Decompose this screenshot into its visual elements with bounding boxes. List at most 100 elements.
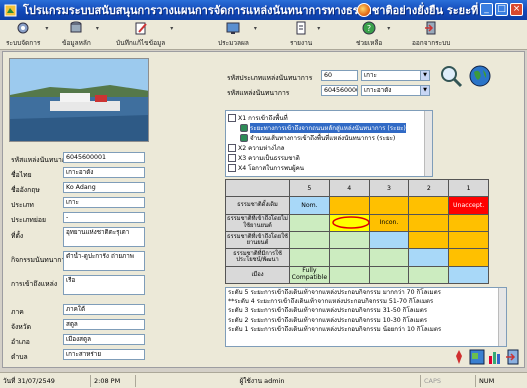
zone-code-field[interactable]: 60: [321, 70, 358, 81]
level-notes: ระดับ 5 ระยะการเข้าถึงเดินเท้าจากแหล่งปร…: [225, 287, 507, 347]
toolbar-label: ช่วยเหลือ: [356, 39, 383, 47]
location-field[interactable]: อุทยานแห่งชาติตะรุเตา: [63, 227, 145, 247]
status-num: NUM: [475, 375, 494, 387]
matrix-cell: [448, 248, 489, 267]
matrix-cell: Incon.: [368, 213, 410, 232]
type-field[interactable]: เกาะ: [63, 197, 145, 208]
tree-item[interactable]: จำนวนเส้นทางการเข้าถึงพื้นที่แหล่งนันทนา…: [240, 133, 395, 143]
matrix-cell: [368, 248, 410, 267]
status-date: วันที่ 31/07/2549: [3, 377, 55, 385]
scrollbar[interactable]: [424, 111, 432, 176]
tree-item[interactable]: X4 โอกาสในการพบผู้คน: [228, 163, 304, 173]
matrix-row-header: ธรรมชาติที่เข้าถึงโดยใช้ยานยนต์: [225, 230, 290, 250]
matrix-cell: [289, 248, 330, 267]
toolbar-button-master-data[interactable]: ข้อมูลหลัก ▾: [62, 21, 99, 48]
matrix-cell: [328, 248, 370, 267]
map-icon[interactable]: [469, 349, 485, 365]
thai-name-field[interactable]: เกาะอาดัง: [63, 167, 145, 178]
window-title: โปรแกรมระบบสนับสนุนการวางแผนการจัดการแหล…: [23, 4, 490, 17]
site-select-value: เกาะอาดัง: [364, 87, 392, 94]
folder-icon: [228, 164, 236, 172]
activity-field[interactable]: ดำน้ำ-ดูปะการัง ถ่ายภาพ: [63, 251, 145, 271]
svg-text:?: ?: [367, 24, 371, 33]
help-icon: ?: [362, 21, 376, 35]
exit-icon: [425, 21, 436, 35]
toolbar-label: ประมวลผล: [218, 39, 249, 47]
matrix-cell: Unaccept.: [448, 196, 489, 215]
zone-select[interactable]: เกาะ ▼: [361, 70, 430, 81]
site-label: รหัสแหล่งนันทนาการ: [227, 89, 290, 97]
tree-item[interactable]: X1 การเข้าถึงพื้นที่: [228, 113, 288, 123]
matrix-column-header: 1: [448, 178, 489, 198]
district-field[interactable]: เมืองสตูล: [63, 334, 145, 345]
matrix-column-header: 5: [289, 178, 330, 198]
matrix-column-header: 2: [408, 178, 450, 198]
toolbar-button-process[interactable]: ประมวลผล ▾: [218, 21, 257, 48]
dropdown-arrow-icon: ▾: [170, 25, 174, 32]
tree-item[interactable]: X3 ความเป็นธรรมชาติ: [228, 153, 300, 163]
leaf-icon: [240, 124, 248, 132]
form-label: จังหวัด: [11, 323, 32, 331]
form-label: ชื่อไทย: [11, 171, 32, 179]
matrix-corner: [225, 178, 290, 198]
form-label: ประเภทย่อย: [11, 216, 46, 224]
toolbar-button-system[interactable]: ระบบจัดการ ▾: [6, 21, 48, 48]
app-icon: [4, 4, 17, 16]
dropdown-arrow-icon: ▾: [387, 25, 391, 32]
matrix-cell: [408, 196, 450, 215]
maximize-button[interactable]: □: [495, 3, 508, 16]
site-select[interactable]: เกาะอาดัง ▼: [361, 85, 430, 96]
site-code-display[interactable]: 6045600001: [321, 85, 358, 96]
toolbar-label: ระบบจัดการ: [6, 39, 41, 47]
access-field[interactable]: เรือ: [63, 275, 145, 295]
toolbar-label: ข้อมูลหลัก: [62, 39, 91, 47]
bar-chart-icon[interactable]: [487, 349, 503, 365]
toolbar: ระบบจัดการ ▾ ข้อมูลหลัก ▾ บันทึกแก้ไขข้อ…: [0, 20, 527, 50]
scrollbar[interactable]: [498, 288, 506, 346]
zone-select-value: เกาะ: [364, 72, 377, 79]
toolbar-button-edit[interactable]: บันทึกแก้ไขข้อมูล ▾: [116, 21, 173, 48]
minimize-button[interactable]: _: [480, 3, 493, 16]
status-user: ผู้ใช้งาน admin: [135, 375, 385, 387]
region-field[interactable]: ภาคใต้: [63, 304, 145, 315]
form-label: อำเภอ: [11, 338, 30, 346]
toolbar-button-help[interactable]: ? ช่วยเหลือ ▾: [356, 21, 390, 48]
note-line: ระดับ 5 ระยะการเข้าถึงเดินเท้าจากแหล่งปร…: [228, 289, 441, 296]
matrix-cell: [448, 230, 489, 250]
site-photo: [9, 58, 149, 142]
chevron-down-icon[interactable]: ▼: [420, 86, 429, 95]
matrix-row-header: ธรรมชาติที่เข้าถึงโดยไม่ใช้ยานยนต์: [225, 213, 290, 232]
pin-icon[interactable]: [451, 349, 467, 365]
search-icon[interactable]: [439, 64, 463, 88]
matrix-cell: [328, 230, 370, 250]
toolbar-label: บันทึกแก้ไขข้อมูล: [116, 39, 166, 47]
subdistrict-field[interactable]: เกาะสาหร่าย: [63, 349, 145, 360]
note-line: ระดับ 2 ระยะการเข้าถึงเดินเท้าจากแหล่งปร…: [228, 316, 428, 324]
toolbar-label: ออกจากระบบ: [412, 39, 451, 47]
dropdown-arrow-icon: ▾: [45, 25, 49, 32]
subtype-field[interactable]: -: [63, 212, 145, 223]
criteria-tree[interactable]: X1 การเข้าถึงพื้นที่ ระยะทางการเข้าถึงจา…: [225, 110, 433, 177]
matrix-cell: [368, 196, 410, 215]
logo-icon: [357, 3, 371, 17]
globe-icon[interactable]: [468, 64, 492, 88]
site-code-field[interactable]: 6045600001: [63, 152, 145, 163]
dropdown-arrow-icon: ▾: [317, 25, 321, 32]
database-icon: [70, 21, 82, 33]
form-label: ชื่ออังกฤษ: [11, 186, 40, 194]
province-field[interactable]: สตูล: [63, 319, 145, 330]
close-button[interactable]: ×: [510, 3, 523, 16]
toolbar-button-exit[interactable]: ออกจากระบบ: [412, 21, 450, 48]
main-panel: รหัสแหล่งนันทนาการ 6045600001 ชื่อไทย เก…: [2, 51, 525, 368]
tree-item[interactable]: X2 ความห่างไกล: [228, 143, 285, 153]
english-name-field[interactable]: Ko Adang: [63, 182, 145, 193]
exit-door-icon[interactable]: [505, 349, 521, 365]
tree-item-selected[interactable]: ระยะทางการเข้าถึงจากถนนหลักสู่แหล่งนันทน…: [240, 123, 406, 133]
matrix-cell: [408, 230, 450, 250]
chevron-down-icon[interactable]: ▼: [420, 71, 429, 80]
leaf-icon: [240, 134, 248, 142]
matrix-cell: [328, 265, 370, 285]
toolbar-button-report[interactable]: รายงาน ▾: [290, 21, 320, 48]
matrix-cell: [368, 265, 410, 285]
matrix-cell: [408, 265, 450, 285]
